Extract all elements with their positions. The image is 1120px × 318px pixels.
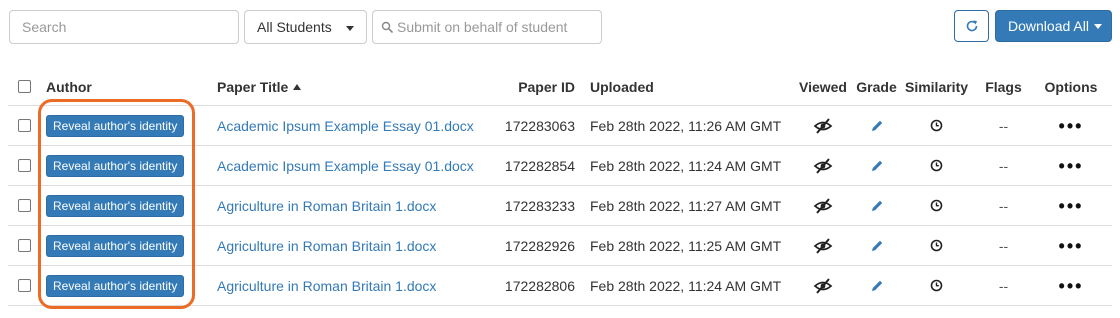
eye-slash-icon <box>813 117 833 134</box>
pencil-icon[interactable] <box>870 199 884 213</box>
pencil-icon[interactable] <box>870 119 884 133</box>
row-checkbox[interactable] <box>18 159 31 172</box>
eye-slash-icon <box>813 277 833 294</box>
chevron-down-icon <box>1093 23 1102 29</box>
ellipsis-icon[interactable]: ••• <box>1059 197 1084 215</box>
uploaded-date: Feb 28th 2022, 11:25 AM GMT <box>590 237 782 254</box>
column-header-paper-title[interactable]: Paper Title <box>217 68 492 105</box>
pencil-icon[interactable] <box>870 279 884 293</box>
submit-on-behalf-input[interactable] <box>393 11 601 43</box>
flags-value: -- <box>998 197 1009 214</box>
column-header-author: Author <box>46 78 92 95</box>
toolbar: All Students Download All <box>0 0 1120 60</box>
flags-value: -- <box>998 277 1009 294</box>
download-all-label: Download All <box>1008 18 1089 34</box>
clock-icon <box>930 119 943 132</box>
paper-title-link[interactable]: Agriculture in Roman Britain 1.docx <box>217 198 436 214</box>
reveal-author-button[interactable]: Reveal author's identity <box>46 234 185 257</box>
paper-id: 172283233 <box>504 197 575 214</box>
clock-icon <box>930 279 943 292</box>
row-checkbox[interactable] <box>18 279 31 292</box>
table-row: Reveal author's identity Academic Ipsum … <box>8 146 1112 186</box>
flags-value: -- <box>998 237 1009 254</box>
ellipsis-icon[interactable]: ••• <box>1059 117 1084 135</box>
flags-value: -- <box>998 117 1009 134</box>
student-filter-value: All Students <box>257 19 332 35</box>
ellipsis-icon[interactable]: ••• <box>1059 237 1084 255</box>
search-icon <box>381 21 393 33</box>
row-checkbox[interactable] <box>18 119 31 132</box>
paper-title-link[interactable]: Academic Ipsum Example Essay 01.docx <box>217 158 474 174</box>
submissions-table: Author Paper Title Paper ID Uploaded Vie… <box>8 68 1112 306</box>
submit-on-behalf-field[interactable] <box>372 10 602 44</box>
search-field[interactable] <box>9 10 239 44</box>
column-header-uploaded: Uploaded <box>590 78 654 95</box>
uploaded-date: Feb 28th 2022, 11:27 AM GMT <box>590 197 782 214</box>
row-checkbox[interactable] <box>18 239 31 252</box>
paper-title-link[interactable]: Agriculture in Roman Britain 1.docx <box>217 278 436 294</box>
uploaded-date: Feb 28th 2022, 11:24 AM GMT <box>590 157 782 174</box>
reveal-author-button[interactable]: Reveal author's identity <box>46 114 185 137</box>
reveal-author-button[interactable]: Reveal author's identity <box>46 194 185 217</box>
clock-icon <box>930 199 943 212</box>
column-header-viewed: Viewed <box>799 78 847 95</box>
paper-title-link[interactable]: Academic Ipsum Example Essay 01.docx <box>217 118 474 134</box>
reveal-author-button[interactable]: Reveal author's identity <box>46 154 185 177</box>
column-header-flags: Flags <box>985 78 1022 95</box>
clock-icon <box>930 159 943 172</box>
paper-id: 172282806 <box>504 277 575 294</box>
table-row: Reveal author's identity Agriculture in … <box>8 226 1112 266</box>
eye-slash-icon <box>813 237 833 254</box>
column-header-grade: Grade <box>856 78 897 95</box>
refresh-button[interactable] <box>954 10 989 42</box>
clock-icon <box>930 239 943 252</box>
search-input[interactable] <box>10 11 238 43</box>
row-checkbox[interactable] <box>18 199 31 212</box>
flags-value: -- <box>998 157 1009 174</box>
eye-slash-icon <box>813 197 833 214</box>
download-all-button[interactable]: Download All <box>995 10 1112 42</box>
pencil-icon[interactable] <box>870 159 884 173</box>
column-header-paper-title-label: Paper Title <box>217 78 289 95</box>
reveal-author-button[interactable]: Reveal author's identity <box>46 274 185 297</box>
column-header-options: Options <box>1044 78 1098 95</box>
table-header-row: Author Paper Title Paper ID Uploaded Vie… <box>8 68 1112 106</box>
ellipsis-icon[interactable]: ••• <box>1059 157 1084 175</box>
table-row: Reveal author's identity Agriculture in … <box>8 266 1112 306</box>
column-header-similarity: Similarity <box>904 78 969 95</box>
paper-title-link[interactable]: Agriculture in Roman Britain 1.docx <box>217 238 436 254</box>
table-row: Reveal author's identity Academic Ipsum … <box>8 106 1112 146</box>
ellipsis-icon[interactable]: ••• <box>1059 277 1084 295</box>
pencil-icon[interactable] <box>870 239 884 253</box>
student-filter-select[interactable]: All Students <box>244 10 367 44</box>
eye-slash-icon <box>813 157 833 174</box>
uploaded-date: Feb 28th 2022, 11:24 AM GMT <box>590 277 782 294</box>
select-all-checkbox[interactable] <box>18 80 31 93</box>
table-row: Reveal author's identity Agriculture in … <box>8 186 1112 226</box>
sort-ascending-icon <box>293 83 302 90</box>
paper-id: 172282926 <box>504 237 575 254</box>
refresh-icon <box>966 20 977 32</box>
paper-id: 172282854 <box>504 157 575 174</box>
chevron-down-icon <box>346 26 354 31</box>
uploaded-date: Feb 28th 2022, 11:26 AM GMT <box>590 117 782 134</box>
paper-id: 172283063 <box>504 117 575 134</box>
column-header-paper-id: Paper ID <box>518 78 575 95</box>
